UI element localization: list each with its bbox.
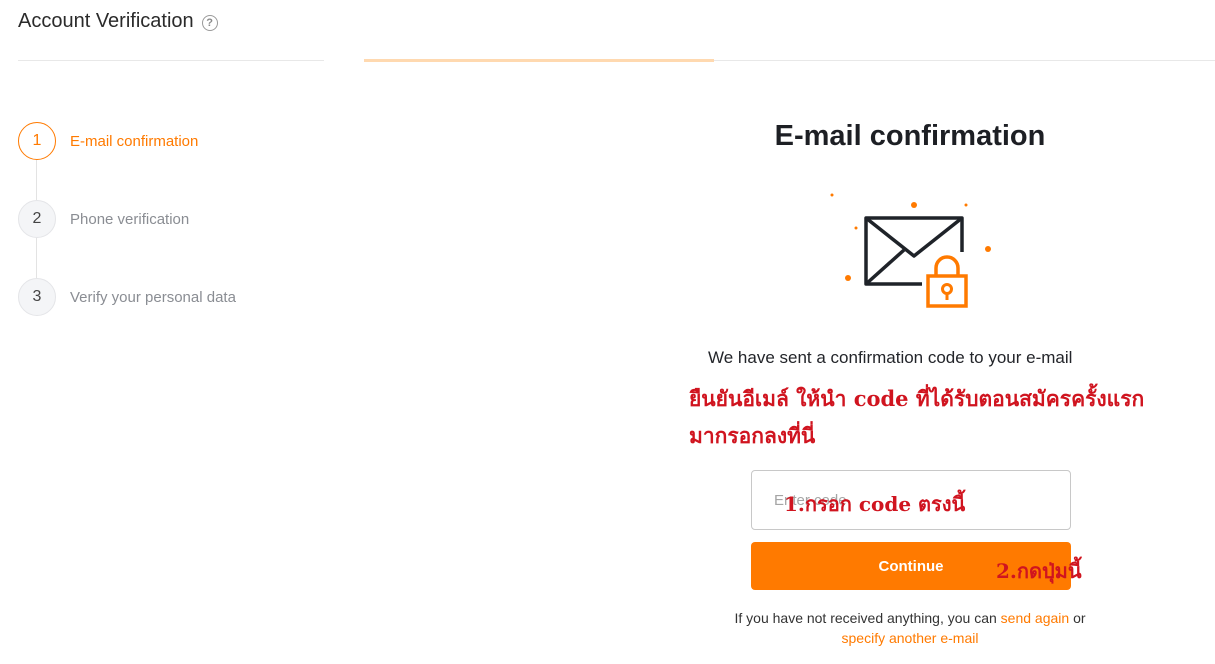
continue-button[interactable]: Continue [751,542,1071,590]
step-connector [36,160,37,200]
step-label: Verify your personal data [70,288,236,306]
envelope-lock-icon [830,193,991,308]
resend-info: If you have not received anything, you c… [700,608,1120,648]
annotation-line: มากรอกลงที่นี่ [689,423,816,448]
page-title: Account Verification ? [18,10,218,33]
step-connector [36,238,37,278]
code-input[interactable] [751,470,1071,530]
page-title-text: Account Verification [18,10,194,32]
section-title: E-mail confirmation [774,120,1046,152]
help-icon[interactable]: ? [201,15,218,31]
step-label: Phone verification [70,210,190,228]
step-number: 2 [18,200,56,238]
step-number: 1 [18,122,56,160]
step-number: 3 [18,278,56,316]
header-divider-left [18,60,324,61]
annotation-instruction: ยืนยันอีเมล์ ให้นำ code ที่ได้รับตอนสมัค… [689,380,1189,454]
step-email-confirmation[interactable]: 1 E-mail confirmation [18,122,198,160]
send-again-link[interactable]: send again [1001,610,1070,626]
annotation-line: ยืนยันอีเมล์ ให้นำ code ที่ได้รับตอนสมัค… [689,386,1145,411]
step-verify-personal-data[interactable]: 3 Verify your personal data [18,278,236,316]
confirmation-description: We have sent a confirmation code to your… [708,348,1073,367]
progress-bar [364,59,714,62]
step-label: E-mail confirmation [70,132,199,150]
resend-prefix: If you have not received anything, you c… [734,610,997,626]
specify-email-link[interactable]: specify another e-mail [842,630,979,646]
or-text: or [1073,610,1086,626]
step-phone-verification[interactable]: 2 Phone verification [18,200,189,238]
